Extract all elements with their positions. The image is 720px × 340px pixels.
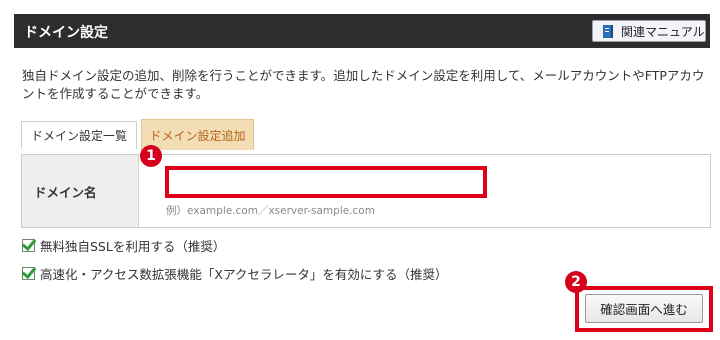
free-ssl-checkbox[interactable] bbox=[22, 239, 35, 252]
domain-name-input[interactable] bbox=[165, 166, 487, 198]
book-icon bbox=[603, 24, 613, 38]
domain-form: ドメイン名 例）example.com／xserver-sample.com bbox=[21, 154, 711, 228]
free-ssl-option[interactable]: 無料独自SSLを利用する（推奨） bbox=[22, 236, 225, 255]
step-marker-1: 1 bbox=[140, 145, 162, 167]
related-manual-button[interactable]: 関連マニュアル bbox=[592, 20, 706, 42]
page-description: 独自ドメイン設定の追加、削除を行うことができます。追加したドメイン設定を利用して… bbox=[22, 68, 705, 101]
confirm-button[interactable]: 確認画面へ進む bbox=[585, 294, 703, 323]
tab-domain-add[interactable]: ドメイン設定追加 bbox=[141, 119, 254, 150]
page-header: ドメイン設定 関連マニュアル bbox=[14, 14, 710, 48]
accelerator-checkbox[interactable] bbox=[22, 267, 35, 280]
accelerator-label: 高速化・アクセス数拡張機能「Xアクセラレータ」を有効にする（推奨） bbox=[40, 267, 448, 282]
tab-domain-list[interactable]: ドメイン設定一覧 bbox=[21, 121, 137, 149]
step-marker-2: 2 bbox=[565, 271, 587, 293]
domain-name-label: ドメイン名 bbox=[22, 155, 139, 227]
related-manual-label: 関連マニュアル bbox=[621, 24, 705, 39]
accelerator-option[interactable]: 高速化・アクセス数拡張機能「Xアクセラレータ」を有効にする（推奨） bbox=[22, 264, 447, 283]
free-ssl-label: 無料独自SSLを利用する（推奨） bbox=[40, 239, 226, 254]
page-title: ドメイン設定 bbox=[24, 25, 108, 41]
domain-example-hint: 例）example.com／xserver-sample.com bbox=[166, 205, 375, 217]
